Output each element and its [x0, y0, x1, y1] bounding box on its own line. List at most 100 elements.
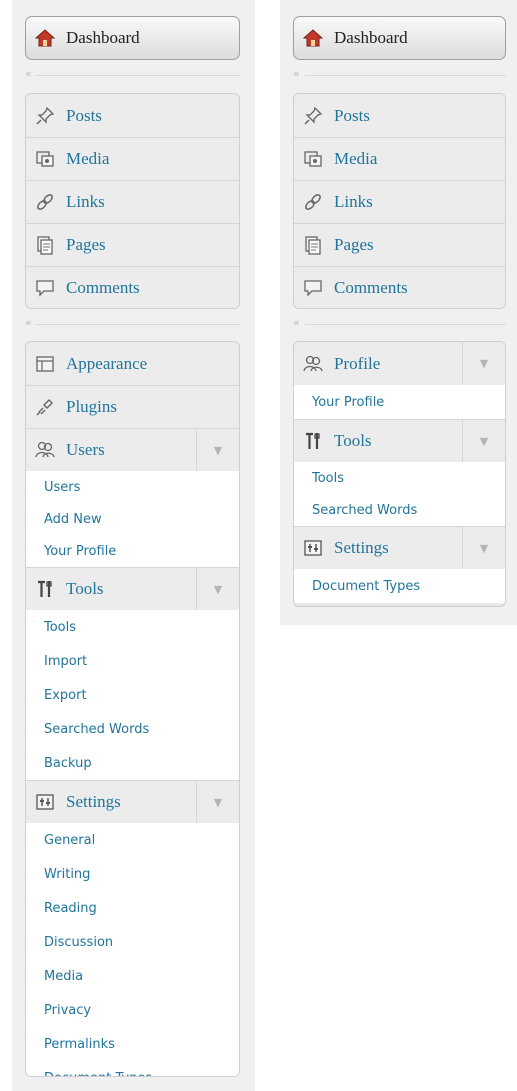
collapse-separator[interactable]: «: [25, 67, 240, 80]
menu-settings[interactable]: Settings ▼: [294, 526, 505, 569]
submenu-tools: Tools Import Export Searched Words Backu…: [26, 610, 239, 780]
menu-dashboard-label: Dashboard: [334, 28, 408, 47]
submenu-item-backup[interactable]: Backup: [26, 746, 239, 780]
submenu-item-document-types[interactable]: Document Types: [294, 569, 505, 603]
users-icon: [302, 353, 324, 375]
menu-dashboard[interactable]: Dashboard: [293, 16, 506, 60]
home-icon: [302, 27, 324, 49]
menu-dashboard-label: Dashboard: [66, 28, 140, 47]
menu-comments[interactable]: Comments: [26, 266, 239, 308]
collapse-separator[interactable]: «: [293, 316, 506, 329]
menu-tools-label: Tools: [334, 431, 372, 450]
submenu-item-users[interactable]: Users: [26, 471, 239, 503]
submenu-item-general[interactable]: General: [26, 823, 239, 857]
menu-tools[interactable]: Tools ▼: [294, 419, 505, 462]
submenu-item-permalinks[interactable]: Permalinks: [26, 1027, 239, 1061]
menu-media-label: Media: [334, 149, 378, 168]
pushpin-icon: [34, 105, 56, 127]
menu-comments-label: Comments: [66, 277, 140, 297]
collapse-separator[interactable]: «: [293, 67, 506, 80]
menu-comments-label: Comments: [334, 277, 408, 297]
menu-settings-label: Settings: [334, 538, 389, 557]
menu-dashboard[interactable]: Dashboard: [25, 16, 240, 60]
appearance-icon: [34, 353, 56, 375]
submenu-settings: General Writing Reading Discussion Media…: [26, 823, 239, 1077]
menu-pages-label: Pages: [66, 235, 106, 254]
menu-settings[interactable]: Settings ▼: [26, 780, 239, 823]
triangle-down-icon[interactable]: ▼: [462, 527, 505, 569]
submenu-item-reading[interactable]: Reading: [26, 891, 239, 925]
users-icon: [34, 439, 56, 461]
submenu-users: Users Add New Your Profile: [26, 471, 239, 567]
media-icon: [34, 148, 56, 170]
menu-tools-label: Tools: [66, 579, 104, 598]
menu-posts[interactable]: Posts: [294, 94, 505, 137]
plugin-icon: [34, 396, 56, 418]
collapse-arrow-icon: «: [25, 316, 32, 329]
admin-menu-left: Dashboard « Posts Media Links Pages Comm…: [12, 0, 255, 1091]
triangle-down-icon[interactable]: ▼: [196, 568, 239, 610]
comment-icon: [302, 277, 324, 299]
menu-group-admin: Appearance Plugins Users ▼ Users Add New…: [25, 341, 240, 1077]
link-icon: [34, 191, 56, 213]
menu-comments[interactable]: Comments: [294, 266, 505, 308]
submenu-item-your-profile[interactable]: Your Profile: [294, 385, 505, 419]
triangle-down-icon[interactable]: ▼: [196, 781, 239, 823]
submenu-item-searched-words[interactable]: Searched Words: [26, 712, 239, 746]
settings-icon: [302, 537, 324, 559]
collapse-arrow-icon: «: [25, 67, 32, 80]
menu-media[interactable]: Media: [294, 137, 505, 180]
submenu-tools: Tools Searched Words: [294, 462, 505, 526]
submenu-item-export[interactable]: Export: [26, 678, 239, 712]
pushpin-icon: [302, 105, 324, 127]
menu-plugins[interactable]: Plugins: [26, 385, 239, 428]
menu-appearance-label: Appearance: [66, 353, 148, 373]
submenu-item-your-profile[interactable]: Your Profile: [26, 535, 239, 567]
menu-profile-label: Profile: [334, 353, 381, 373]
pages-icon: [302, 234, 324, 256]
menu-appearance[interactable]: Appearance: [26, 342, 239, 385]
menu-posts-label: Posts: [334, 105, 370, 125]
triangle-down-icon[interactable]: ▼: [196, 429, 239, 471]
tools-icon: [34, 578, 56, 600]
submenu-item-privacy[interactable]: Privacy: [26, 993, 239, 1027]
comment-icon: [34, 277, 56, 299]
triangle-down-icon[interactable]: ▼: [462, 420, 505, 462]
submenu-item-discussion[interactable]: Discussion: [26, 925, 239, 959]
media-icon: [302, 148, 324, 170]
submenu-item-tools[interactable]: Tools: [26, 610, 239, 644]
menu-users[interactable]: Users ▼: [26, 428, 239, 471]
menu-links[interactable]: Links: [294, 180, 505, 223]
menu-pages[interactable]: Pages: [26, 223, 239, 266]
collapse-arrow-icon: «: [293, 316, 300, 329]
collapse-separator[interactable]: «: [25, 316, 240, 329]
submenu-item-import[interactable]: Import: [26, 644, 239, 678]
menu-profile[interactable]: Profile ▼: [294, 342, 505, 385]
pages-icon: [34, 234, 56, 256]
home-icon: [34, 27, 56, 49]
settings-icon: [34, 791, 56, 813]
menu-pages[interactable]: Pages: [294, 223, 505, 266]
menu-plugins-label: Plugins: [66, 397, 118, 416]
menu-users-label: Users: [66, 440, 105, 459]
menu-group-content: Posts Media Links Pages Comments: [25, 93, 240, 309]
submenu-item-add-new[interactable]: Add New: [26, 503, 239, 535]
menu-tools[interactable]: Tools ▼: [26, 567, 239, 610]
collapse-arrow-icon: «: [293, 67, 300, 80]
menu-settings-label: Settings: [66, 792, 121, 811]
submenu-item-document-types[interactable]: Document Types: [26, 1061, 239, 1077]
menu-posts-label: Posts: [66, 105, 102, 125]
submenu-item-tools[interactable]: Tools: [294, 462, 505, 494]
menu-posts[interactable]: Posts: [26, 94, 239, 137]
admin-menu-right: Dashboard « Posts Media Links Pages Comm…: [280, 0, 517, 625]
menu-links[interactable]: Links: [26, 180, 239, 223]
menu-group-admin: Profile ▼ Your Profile Tools ▼ Tools Sea…: [293, 341, 506, 607]
submenu-item-writing[interactable]: Writing: [26, 857, 239, 891]
triangle-down-icon[interactable]: ▼: [462, 342, 505, 385]
submenu-settings: Document Types: [294, 569, 505, 603]
menu-media[interactable]: Media: [26, 137, 239, 180]
menu-pages-label: Pages: [334, 235, 374, 254]
submenu-item-searched-words[interactable]: Searched Words: [294, 494, 505, 526]
submenu-item-media[interactable]: Media: [26, 959, 239, 993]
menu-links-label: Links: [334, 192, 373, 211]
